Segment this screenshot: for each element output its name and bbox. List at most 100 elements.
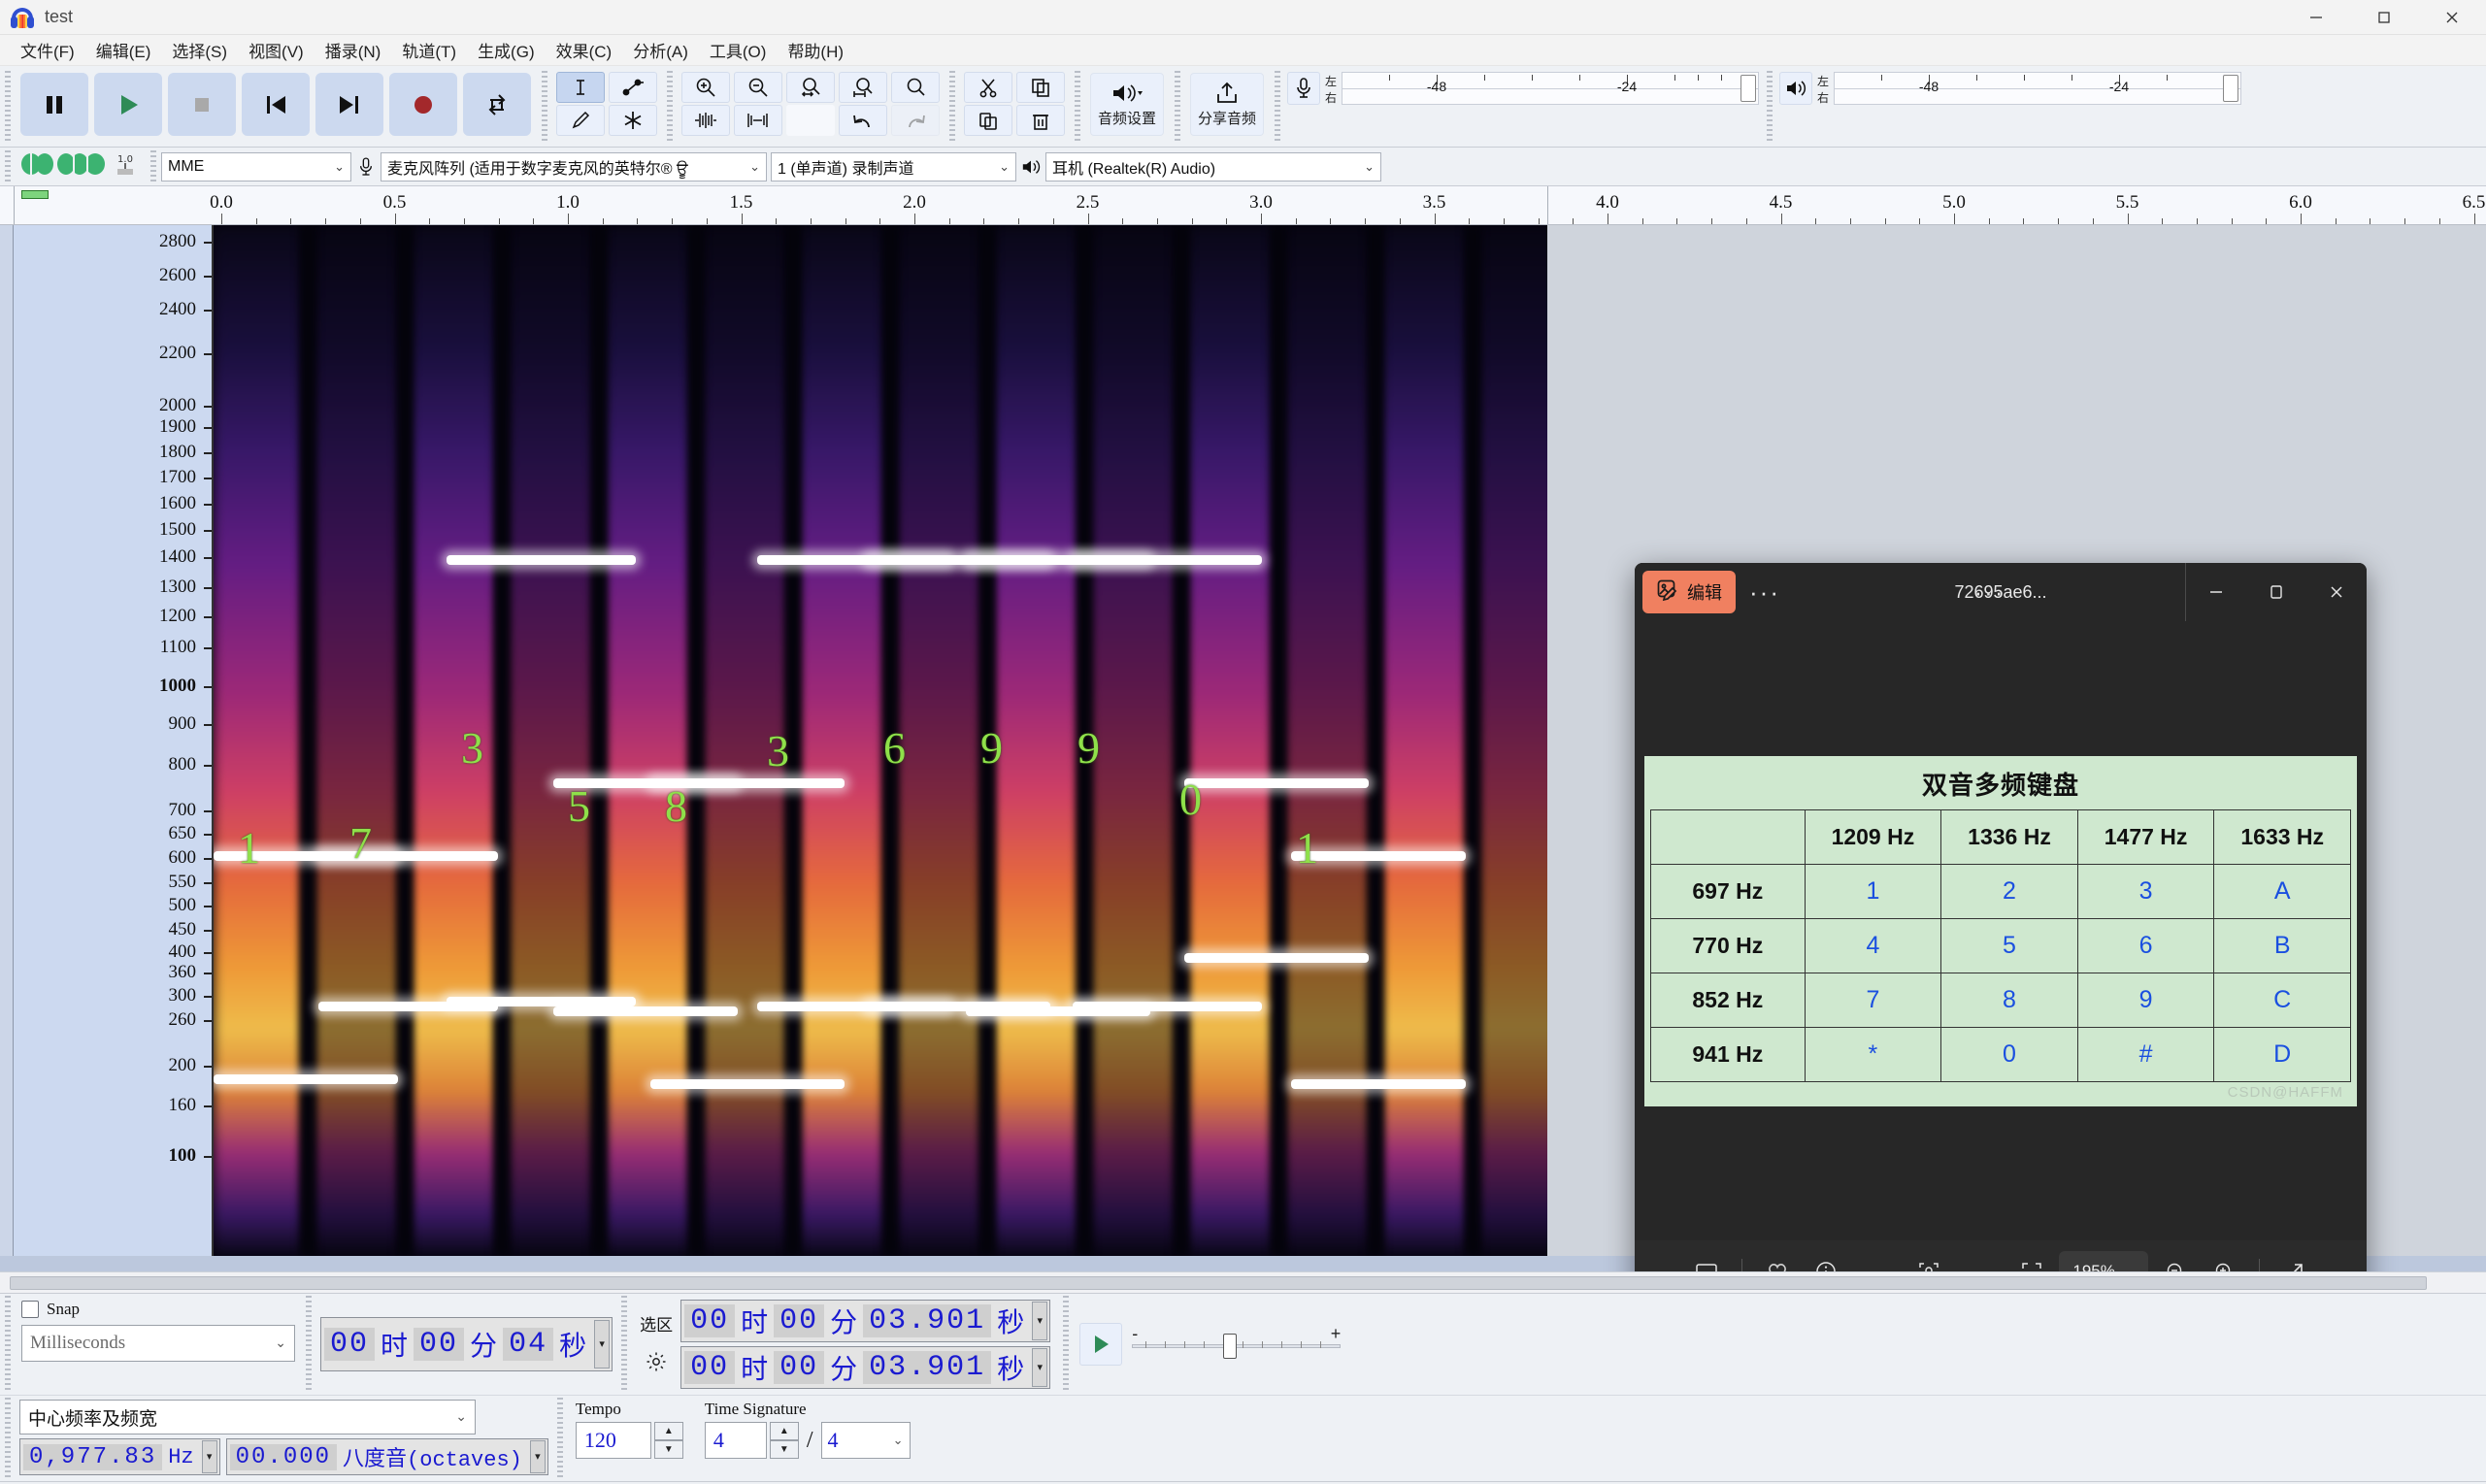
- gear-icon[interactable]: [645, 1350, 668, 1378]
- play-speed-slider[interactable]: - +: [1132, 1324, 1342, 1361]
- selection-end-display[interactable]: 00 时 00 分 03.901 秒 ▾: [680, 1346, 1051, 1389]
- time-signature-decrement-button[interactable]: ▼: [769, 1440, 799, 1459]
- snap-toolbar-grip[interactable]: [3, 1296, 13, 1393]
- undo-icon[interactable]: [839, 105, 887, 136]
- recording-channels-select[interactable]: 1 (单声道) 录制声道 ⌄: [771, 151, 1016, 181]
- selection-end-format-button[interactable]: ▾: [1032, 1348, 1048, 1387]
- multi-tool-icon[interactable]: [609, 105, 657, 136]
- photos-close-button[interactable]: [2306, 563, 2367, 621]
- share-audio-grip[interactable]: [1173, 71, 1182, 141]
- zoom-out-icon[interactable]: [734, 72, 782, 103]
- minimize-button[interactable]: [2282, 0, 2350, 35]
- menu-analyze[interactable]: 分析(A): [622, 34, 699, 66]
- scrollbar-thumb[interactable]: [10, 1275, 2427, 1290]
- tempo-increment-button[interactable]: ▲: [653, 1422, 683, 1440]
- recording-volume-icon[interactable]: [19, 149, 54, 183]
- spectral-center-format-button[interactable]: ▾: [201, 1440, 217, 1473]
- play-at-speed-icon[interactable]: [1079, 1323, 1123, 1366]
- photos-maximize-button[interactable]: [2246, 563, 2306, 621]
- record-button[interactable]: [389, 73, 457, 136]
- envelope-tool-icon[interactable]: [609, 72, 657, 103]
- selection-tool-icon[interactable]: [556, 72, 605, 103]
- audio-settings-button[interactable]: 音频设置: [1090, 73, 1164, 136]
- audio-position-grip[interactable]: [304, 1296, 314, 1393]
- menu-generate[interactable]: 生成(G): [467, 34, 546, 66]
- timeline-ruler[interactable]: 0.0 0.5 1.0 1.5 2.0 2.5 3.0 3.5 4.0 4.5 5.0 5.5 6.0 6…: [0, 186, 2486, 225]
- audio-position-format-button[interactable]: ▾: [594, 1320, 611, 1369]
- zoom-toggle-icon[interactable]: [891, 72, 940, 103]
- audio-host-select[interactable]: MME ⌄: [161, 151, 351, 181]
- menu-select[interactable]: 选择(S): [161, 34, 238, 66]
- playback-device-select[interactable]: 耳机 (Realtek(R) Audio) ⌄: [1045, 151, 1381, 181]
- time-toolbar-grip[interactable]: [554, 1398, 565, 1479]
- share-audio-button[interactable]: 分享音频: [1190, 73, 1264, 136]
- audio-settings-grip[interactable]: [1073, 71, 1082, 141]
- menu-edit[interactable]: 编辑(E): [85, 34, 162, 66]
- play-meter-grip[interactable]: [1765, 71, 1774, 141]
- host-grip[interactable]: [149, 149, 158, 183]
- draw-tool-icon[interactable]: [556, 105, 605, 136]
- fit-project-icon[interactable]: [839, 72, 887, 103]
- close-button[interactable]: [2418, 0, 2486, 35]
- photos-edit-button[interactable]: 编辑: [1642, 571, 1736, 613]
- fullscreen-icon[interactable]: [2273, 1252, 2316, 1271]
- play-speed-thumb[interactable]: [1223, 1334, 1238, 1359]
- visual-search-icon[interactable]: [1907, 1252, 1950, 1271]
- skip-to-start-button[interactable]: [242, 73, 310, 136]
- record-meter-grip[interactable]: [1273, 71, 1282, 141]
- stop-button[interactable]: [168, 73, 236, 136]
- snap-checkbox[interactable]: [21, 1301, 39, 1318]
- photos-more-left-button[interactable]: ···: [1736, 577, 1794, 608]
- menu-view[interactable]: 视图(V): [238, 34, 315, 66]
- tools-toolbar-grip[interactable]: [540, 71, 549, 141]
- zoom-level-dropdown[interactable]: 195% ⌄: [2059, 1251, 2148, 1271]
- menu-file[interactable]: 文件(F): [10, 34, 85, 66]
- track-control-panel[interactable]: [0, 225, 14, 1256]
- spectral-bandwidth-format-button[interactable]: ▾: [529, 1440, 546, 1473]
- copy-icon[interactable]: [1016, 72, 1065, 103]
- clip-toolbar-grip[interactable]: [947, 71, 957, 141]
- pause-button[interactable]: [20, 73, 88, 136]
- spectral-mode-select[interactable]: 中心频率及频宽 ⌄: [19, 1400, 476, 1435]
- play-meter-scale[interactable]: -48 -24: [1834, 72, 2241, 105]
- fit-to-window-icon[interactable]: [2010, 1252, 2053, 1271]
- tempo-input[interactable]: 120: [575, 1422, 651, 1459]
- snap-unit-select[interactable]: Milliseconds ⌄: [21, 1325, 295, 1362]
- spectral-bandwidth-display[interactable]: 00.000 八度音(octaves) ▾: [225, 1438, 548, 1475]
- photos-zoom-out-icon[interactable]: [2154, 1252, 2197, 1271]
- recording-device-select[interactable]: 麦克风阵列 (适用于数字麦克风的英特尔® ਊ ⌄: [381, 151, 767, 181]
- zoom-in-icon[interactable]: [681, 72, 730, 103]
- trim-audio-icon[interactable]: [681, 105, 730, 136]
- delete-icon[interactable]: [1016, 105, 1065, 136]
- pinned-play-head-icon[interactable]: [21, 190, 49, 199]
- spectral-center-display[interactable]: 0,977.83 Hz ▾: [19, 1438, 220, 1475]
- spectrogram-view[interactable]: 1 7 3 5 8 3 6 9 9 0 1: [214, 225, 1547, 1256]
- playback-volume-icon[interactable]: [56, 149, 107, 183]
- play-volume-slider[interactable]: [2223, 75, 2238, 102]
- favorite-heart-icon[interactable]: [1756, 1252, 1799, 1271]
- microphone-icon[interactable]: [1287, 72, 1320, 105]
- spectral-toolbar-grip[interactable]: [3, 1398, 13, 1479]
- time-signature-upper-input[interactable]: 4: [704, 1422, 767, 1459]
- filmstrip-icon[interactable]: [1685, 1252, 1728, 1271]
- selection-start-display[interactable]: 00 时 00 分 03.901 秒 ▾: [680, 1300, 1051, 1342]
- photos-image-area[interactable]: 双音多频键盘 1209 Hz 1336 Hz 1477 Hz 1633 Hz 6…: [1635, 621, 2367, 1240]
- time-signature-lower-select[interactable]: 4 ⌄: [820, 1422, 911, 1459]
- tempo-decrement-button[interactable]: ▼: [653, 1440, 683, 1459]
- loop-button[interactable]: [463, 73, 531, 136]
- device-toolbar-grip[interactable]: [3, 149, 13, 183]
- zoom-toolbar-grip[interactable]: [665, 71, 675, 141]
- menu-transport[interactable]: 播录(N): [315, 34, 392, 66]
- menu-help[interactable]: 帮助(H): [777, 34, 854, 66]
- snap-checkbox-row[interactable]: Snap: [21, 1300, 295, 1319]
- record-meter-scale[interactable]: -48 -24: [1342, 72, 1759, 105]
- transport-toolbar-grip[interactable]: [3, 71, 13, 141]
- maximize-button[interactable]: [2350, 0, 2418, 35]
- gain-reset-icon[interactable]: 1.0: [109, 149, 142, 183]
- audio-position-display[interactable]: 00 时 00 分 04 秒 ▾: [320, 1317, 613, 1371]
- time-signature-increment-button[interactable]: ▲: [769, 1422, 799, 1440]
- silence-audio-icon[interactable]: [734, 105, 782, 136]
- cut-icon[interactable]: [964, 72, 1012, 103]
- photos-zoom-in-icon[interactable]: [2203, 1252, 2245, 1271]
- photos-minimize-button[interactable]: [2186, 563, 2246, 621]
